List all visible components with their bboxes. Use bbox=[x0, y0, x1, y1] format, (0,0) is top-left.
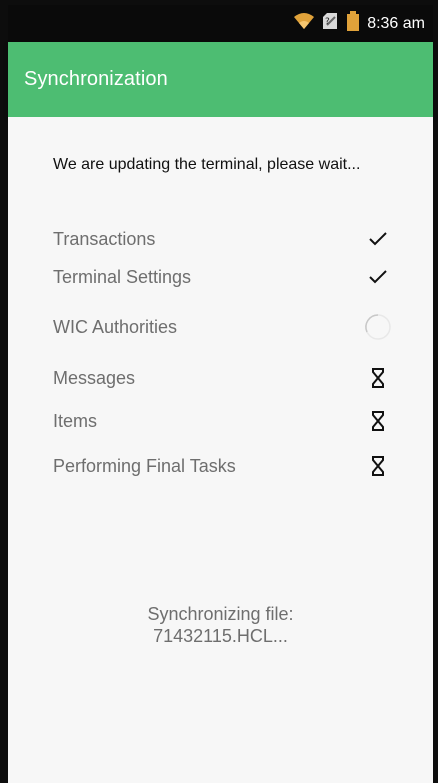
hourglass-icon bbox=[363, 406, 393, 436]
sync-file: 71432115.HCL... bbox=[153, 626, 288, 646]
intro-text: We are updating the terminal, please wai… bbox=[53, 156, 361, 173]
task-row-messages: Messages bbox=[53, 362, 393, 394]
task-row-wic-authorities: WIC Authorities bbox=[53, 311, 393, 343]
task-row-terminal-settings: Terminal Settings bbox=[53, 261, 393, 293]
spinner-icon bbox=[363, 312, 393, 342]
main-content: We are updating the terminal, please wai… bbox=[8, 117, 433, 783]
task-row-items: Items bbox=[53, 405, 393, 437]
checkmark-icon bbox=[363, 224, 393, 254]
status-bar: ? 8:36 am bbox=[8, 5, 433, 42]
hourglass-icon bbox=[363, 451, 393, 481]
checkmark-icon bbox=[363, 262, 393, 292]
wifi-icon bbox=[293, 12, 315, 35]
task-label: Messages bbox=[53, 367, 136, 388]
sim-card-icon: ? bbox=[321, 11, 341, 36]
task-label: WIC Authorities bbox=[53, 316, 178, 337]
task-label: Transactions bbox=[53, 228, 156, 249]
app-bar: Synchronization bbox=[8, 42, 433, 117]
hourglass-icon bbox=[363, 363, 393, 393]
task-row-transactions: Transactions bbox=[53, 223, 393, 255]
page-title: Synchronization bbox=[24, 68, 168, 90]
sync-label: Synchronizing file: bbox=[147, 604, 294, 624]
task-label: Items bbox=[53, 410, 98, 431]
battery-icon bbox=[347, 11, 360, 36]
device-frame: ? 8:36 am Synchronization We are updatin… bbox=[0, 0, 438, 783]
task-label: Terminal Settings bbox=[53, 266, 192, 287]
svg-text:?: ? bbox=[325, 17, 330, 27]
status-time: 8:36 am bbox=[367, 14, 425, 32]
sync-status: Synchronizing file: 71432115.HCL... bbox=[8, 603, 433, 647]
task-label: Performing Final Tasks bbox=[53, 455, 236, 476]
task-row-final-tasks: Performing Final Tasks bbox=[53, 450, 393, 482]
